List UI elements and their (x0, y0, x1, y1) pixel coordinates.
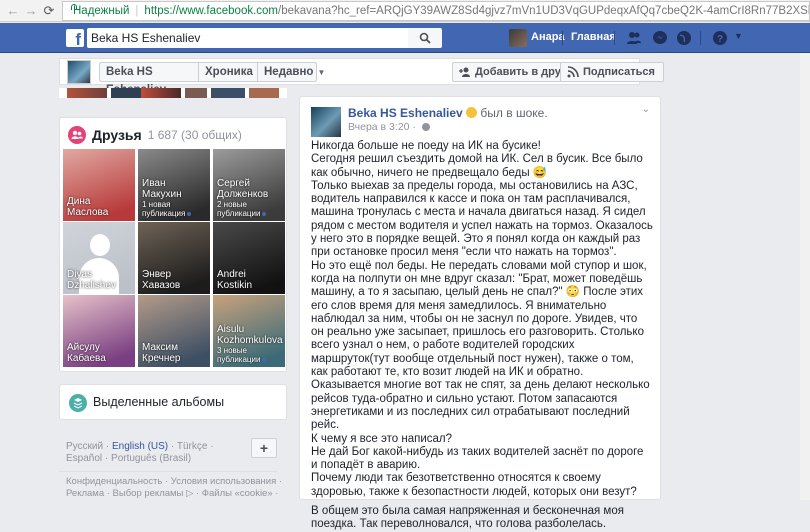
friends-count: 1 687 (30 общих) (147, 128, 242, 142)
rss-icon (567, 66, 579, 78)
user-avatar[interactable] (509, 29, 527, 47)
help-icon[interactable]: ? (712, 30, 728, 46)
svg-text:?: ? (717, 34, 723, 45)
footer-links: Конфиденциальность · Условия использован… (66, 476, 286, 500)
browser-toolbar: ← → ⟳ Надежный | https://www.facebook.co… (0, 0, 810, 22)
friend-tile[interactable]: Diyas Dzhalishev (63, 222, 135, 294)
post-header: Beka HS Eshenaliev был в шоке. (348, 106, 548, 120)
add-friend-icon (459, 67, 470, 77)
new-indicator-dot-icon (187, 211, 192, 216)
subscribe-button[interactable]: Подписаться (560, 62, 664, 82)
url-separator: | (135, 5, 139, 17)
language-option[interactable]: Português (Brasil) (111, 453, 191, 464)
header-divider (700, 31, 701, 45)
chronicle-dropdown[interactable]: Хроника▼ (198, 62, 265, 82)
friend-new-posts: 2 новые публикации (217, 200, 282, 218)
language-option[interactable]: Русский (66, 441, 103, 452)
home-link[interactable]: Главная (571, 31, 616, 43)
friend-new-posts: 1 новая публикация (142, 200, 207, 218)
language-option[interactable]: Español (66, 453, 102, 464)
friend-tile[interactable]: Айсулу Кабаева (63, 295, 135, 367)
facebook-logo-icon[interactable]: f (66, 29, 84, 47)
forward-arrow-icon[interactable]: → (22, 3, 40, 18)
chevron-down-icon: ▼ (317, 68, 326, 77)
post-body: Никогда больше не поеду на ИК на бусике!… (311, 140, 653, 532)
timestamp-label: Вчера в 3:20 (348, 121, 410, 133)
friend-tile[interactable]: Максим Кречнер (138, 295, 210, 367)
user-profile-link[interactable]: Анара (531, 31, 565, 43)
post-options-chevron-icon[interactable]: ⌄ (642, 104, 650, 115)
url-path: /bekavana?hc_ref=ARQjGY39AWZ8Sd4gjvz7mVn… (278, 5, 810, 17)
post-card: Beka HS Eshenaliev был в шоке. Вчера в 3… (299, 96, 661, 530)
friend-requests-icon[interactable] (626, 30, 642, 46)
url-domain: https://www.facebook.com (144, 5, 279, 17)
search-icon (419, 32, 431, 44)
language-option[interactable]: English (US) (112, 441, 168, 452)
notifications-globe-icon[interactable] (676, 30, 692, 46)
friend-name[interactable]: Сергей Долженков 2 новые публикации (217, 178, 282, 218)
friend-tile[interactable]: Иван Макухин 1 новая публикация (138, 149, 210, 221)
friend-name[interactable]: Aisulu Kozhomkulova 3 новые публикации (217, 324, 283, 364)
messenger-icon[interactable] (652, 30, 668, 46)
address-bar[interactable]: Надежный | https://www.facebook.com /bek… (62, 1, 810, 21)
subscribe-label: Подписаться (583, 66, 655, 78)
post-paragraph: Никогда больше не поеду на ИК на бусике!… (311, 140, 653, 498)
albums-title: Выделенные альбомы (93, 395, 225, 409)
friend-tile[interactable]: Сергей Долженков 2 новые публикации (213, 149, 285, 221)
post-author-avatar[interactable] (311, 107, 341, 137)
secure-label: Надежный (73, 5, 130, 17)
friend-name[interactable]: Айсулу Кабаева (67, 342, 132, 364)
chronicle-label: Хроника (205, 66, 253, 78)
default-avatar-icon (90, 234, 110, 256)
language-list: Русский · English (US) · Türkçe · Españo… (66, 441, 214, 464)
friend-tile[interactable]: Andrei Kostikin (213, 222, 285, 294)
post-feeling: был в шоке. (480, 106, 548, 120)
account-menu-caret-icon[interactable]: ▼ (734, 31, 743, 41)
friend-tile[interactable]: Энвер Хавазов (138, 222, 210, 294)
friends-card: Друзья 1 687 (30 общих) Дина Маслова Иван… (59, 117, 287, 372)
friend-name[interactable]: Максим Кречнер (142, 342, 207, 364)
friend-name[interactable]: Иван Макухин 1 новая публикация (142, 178, 207, 218)
shocked-emoji-icon (466, 107, 478, 118)
photos-strip (59, 88, 287, 98)
recent-dropdown[interactable]: Недавно ▼ (257, 62, 325, 82)
timeline-navigation: Beka HS Eshenaliev Хроника▼ Недавно▼ Доб… (59, 58, 664, 96)
friend-new-posts: 3 новые публикации (217, 346, 282, 364)
post-author-name[interactable]: Beka HS Eshenaliev (348, 106, 463, 120)
post-timestamp[interactable]: Вчера в 3:20 · (348, 121, 430, 133)
reload-icon[interactable]: ⟳ (40, 3, 58, 19)
header-divider (614, 31, 615, 45)
search-input[interactable]: Beka HS Eshenaliev (87, 28, 408, 48)
search-button[interactable] (408, 28, 442, 48)
friend-name[interactable]: Дина Маслова (67, 196, 132, 218)
language-option[interactable]: Türkçe (177, 441, 208, 452)
new-indicator-dot-icon (262, 357, 267, 362)
friends-title[interactable]: Друзья (92, 127, 142, 143)
recent-label: Недавно (264, 66, 314, 78)
friends-icon (68, 126, 86, 144)
friend-tile[interactable]: Aisulu Kozhomkulova 3 новые публикации (213, 295, 285, 367)
new-indicator-dot-icon (262, 211, 267, 216)
public-globe-icon (421, 123, 430, 131)
profile-name-button[interactable]: Beka HS Eshenaliev (99, 62, 212, 96)
post-paragraph: В общем это была самая напряженная и бес… (311, 505, 624, 531)
featured-albums-card[interactable]: Выделенные альбомы (59, 384, 287, 420)
albums-icon (69, 394, 87, 412)
back-arrow-icon[interactable]: ← (4, 3, 22, 18)
facebook-header: f Beka HS Eshenaliev Анара Главная ? ▼ (0, 23, 810, 53)
friend-name[interactable]: Andrei Kostikin (217, 269, 282, 291)
friend-name[interactable]: Энвер Хавазов (142, 269, 207, 291)
profile-thumbnail[interactable] (67, 60, 91, 84)
page-scrollbar[interactable] (800, 53, 810, 500)
friends-header[interactable]: Друзья 1 687 (30 общих) (68, 125, 242, 145)
friend-name[interactable]: Diyas Dzhalishev (67, 269, 132, 291)
footer-line[interactable]: Реклама · Выбор рекламы ▷ · Файлы «cooki… (66, 488, 286, 500)
header-divider (562, 31, 563, 45)
footer-line[interactable]: Конфиденциальность · Условия использован… (66, 476, 286, 488)
divider (59, 471, 277, 472)
friend-tile[interactable]: Дина Маслова (63, 149, 135, 221)
more-languages-button[interactable]: + (251, 438, 277, 458)
